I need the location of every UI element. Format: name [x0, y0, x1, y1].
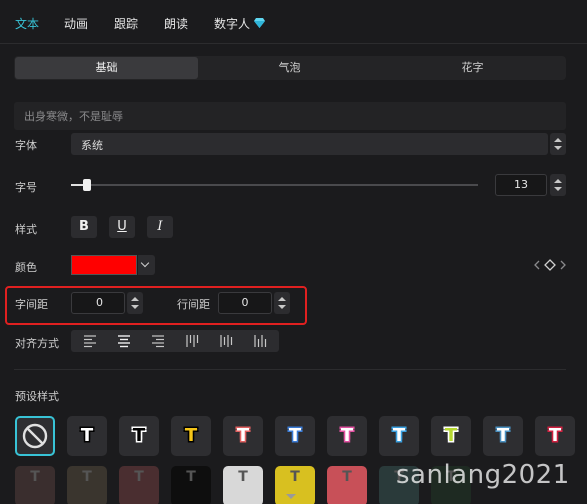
preset-glyph: T	[342, 469, 352, 485]
subtab-basic[interactable]: 基础	[15, 57, 198, 79]
keyframe-nav-icon[interactable]	[534, 258, 566, 272]
color-label: 颜色	[15, 261, 37, 274]
watermark: sanlang2021	[396, 460, 570, 490]
chevron-down-icon	[278, 305, 286, 309]
align-center-button[interactable]	[107, 330, 141, 352]
char-spacing-stepper[interactable]	[127, 292, 143, 314]
vertical-align-bottom-button[interactable]	[243, 330, 277, 352]
tab-digital-human[interactable]: 数字人	[214, 15, 266, 32]
line-spacing-label: 行间距	[177, 298, 210, 311]
top-tab-bar: 文本 动画 跟踪 朗读 数字人	[0, 0, 587, 44]
preset-glyph: T	[30, 469, 40, 485]
preset-glyph: T	[444, 425, 458, 446]
line-spacing-input[interactable]: 0	[218, 292, 272, 314]
tab-text[interactable]: 文本	[15, 15, 39, 32]
preset-glyph: T	[132, 425, 146, 446]
align-left-button[interactable]	[73, 330, 107, 352]
preset-style-5[interactable]: T	[275, 416, 315, 456]
vertical-align-middle-button[interactable]	[209, 330, 243, 352]
align-right-button[interactable]	[141, 330, 175, 352]
sub-tab-bar: 基础 气泡 花字	[14, 56, 566, 80]
chevron-up-icon	[131, 297, 139, 301]
font-size-stepper[interactable]	[550, 174, 566, 196]
subtab-bubble[interactable]: 气泡	[198, 57, 381, 79]
preset-style-2[interactable]: T	[119, 416, 159, 456]
chevron-down-icon	[554, 187, 562, 191]
preset-style-8[interactable]: T	[431, 416, 471, 456]
alignment-label: 对齐方式	[15, 337, 59, 350]
preset-glyph: T	[134, 469, 144, 485]
alignment-group	[71, 330, 279, 352]
preset-glyph: T	[340, 425, 354, 446]
preset-glyph: T	[496, 425, 510, 446]
color-swatch[interactable]	[71, 255, 137, 275]
line-spacing-stepper[interactable]	[274, 292, 290, 314]
vertical-align-bottom-icon	[254, 335, 267, 347]
preset-none[interactable]	[15, 416, 55, 456]
chevron-down-icon	[131, 305, 139, 309]
preset-styles-title: 预设样式	[15, 390, 59, 403]
section-divider	[14, 369, 566, 370]
align-left-icon	[84, 335, 96, 348]
preset-glyph: T	[186, 469, 196, 485]
chevron-up-icon	[278, 297, 286, 301]
preset-style-10[interactable]: T	[535, 416, 575, 456]
chevron-down-icon	[554, 146, 562, 150]
preset-glyph: T	[392, 425, 406, 446]
font-size-slider[interactable]	[71, 179, 478, 191]
tab-animation[interactable]: 动画	[64, 15, 88, 32]
align-center-icon	[118, 335, 130, 348]
font-size-label: 字号	[15, 181, 37, 194]
diamond-icon	[254, 18, 266, 28]
preset-style-6[interactable]: T	[327, 416, 367, 456]
preset-style-7[interactable]: T	[379, 416, 419, 456]
preset-glyph: T	[236, 425, 250, 446]
slider-handle[interactable]	[83, 179, 91, 191]
preset-glyph: T	[80, 425, 94, 446]
preset-style-row2-7[interactable]: T	[327, 466, 367, 504]
preset-style-row2-4[interactable]: T	[171, 466, 211, 504]
subtab-fancy-text[interactable]: 花字	[381, 57, 564, 79]
preset-glyph: T	[288, 425, 302, 446]
chevron-down-icon	[140, 258, 150, 268]
chevron-up-icon	[554, 138, 562, 142]
align-right-icon	[152, 335, 164, 348]
preset-glyph: T	[238, 469, 248, 485]
char-spacing-input[interactable]: 0	[71, 292, 125, 314]
font-select-arrows[interactable]	[550, 133, 566, 155]
preset-glyph: T	[184, 425, 198, 446]
font-value: 系统	[81, 139, 103, 152]
preset-style-1[interactable]: T	[67, 416, 107, 456]
font-size-input[interactable]: 13	[495, 174, 547, 196]
tab-read-aloud[interactable]: 朗读	[164, 15, 188, 32]
vertical-align-middle-icon	[220, 335, 233, 347]
vertical-align-top-icon	[186, 335, 199, 347]
font-label: 字体	[15, 139, 37, 152]
preset-style-9[interactable]: T	[483, 416, 523, 456]
preset-style-row2-3[interactable]: T	[119, 466, 159, 504]
underline-button[interactable]: U	[109, 216, 135, 238]
color-dropdown[interactable]	[138, 255, 155, 275]
preset-glyph: T	[548, 425, 562, 446]
style-label: 样式	[15, 223, 37, 236]
preset-style-row2-2[interactable]: T	[67, 466, 107, 504]
preset-style-row2-5[interactable]: T	[223, 466, 263, 504]
char-spacing-label: 字间距	[15, 298, 48, 311]
tab-digital-human-label: 数字人	[214, 17, 251, 31]
preset-style-3[interactable]: T	[171, 416, 211, 456]
no-style-icon	[22, 423, 48, 449]
preset-style-row2-1[interactable]: T	[15, 466, 55, 504]
italic-button[interactable]: I	[147, 216, 173, 238]
expand-down-icon[interactable]	[286, 494, 296, 499]
font-select[interactable]: 系统	[71, 133, 548, 155]
preset-style-4[interactable]: T	[223, 416, 263, 456]
tab-tracking[interactable]: 跟踪	[114, 15, 138, 32]
chevron-up-icon	[554, 179, 562, 183]
vertical-align-top-button[interactable]	[175, 330, 209, 352]
text-content-input[interactable]	[14, 102, 566, 130]
bold-button[interactable]: B	[71, 216, 97, 238]
preset-glyph: T	[82, 469, 92, 485]
